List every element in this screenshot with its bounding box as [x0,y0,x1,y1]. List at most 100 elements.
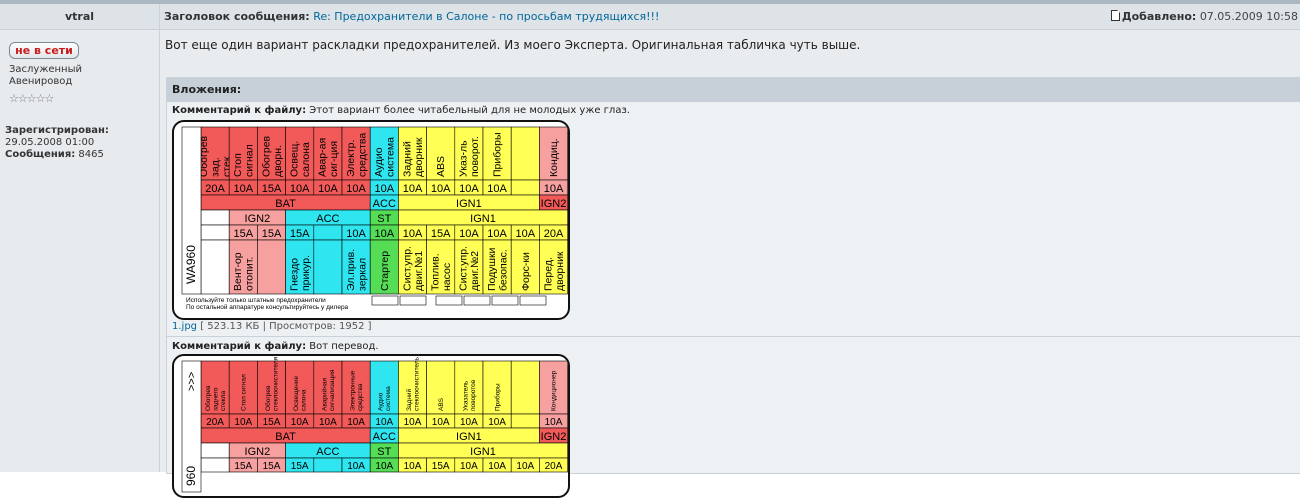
fuse-band-label: ST [377,446,391,458]
fuse-amp-top: 10A [347,417,365,428]
author-name[interactable]: vtral [0,4,159,30]
fuse-amp-bottom: 15A [291,461,309,472]
fuse-amp-cell [510,413,540,429]
fuse-band-label: IGN1 [456,198,482,210]
message-body: Вот еще один вариант раскладки предохран… [165,38,861,52]
fuse-amp-cell [200,457,230,473]
author-column: vtral не в сети Заслуженный Авенировод ☆… [0,4,160,472]
fuse-amp-bottom: 15A [234,228,254,240]
fuse-amp-top: 10A [488,417,506,428]
fuse-amp-top: 20A [205,183,225,195]
fuse-band-label: BAT [275,198,296,210]
fuse-label-top: Указ-льповорот. [458,136,482,177]
online-status-button[interactable]: не в сети [9,42,79,59]
file-comment-label: Комментарий к файлу: [172,341,307,352]
fuse-amp-bottom: 10A [488,461,506,472]
fuse-cell-top [510,126,540,181]
fuse-table-1: Обогревзад.стек.Стопсигнал Обогревдворн. О… [181,126,568,311]
registered-value: 29.05.2008 01:00 [5,137,95,148]
fuse-amp-bottom: 10A [487,228,507,240]
fuse-amp-top: 10A [432,417,450,428]
file-name-link[interactable]: 1.jpg [172,321,197,332]
fuse-label-bottom: Вент-оротопит. [232,252,256,291]
attachment-1-info: 1.jpg [ 523.13 КБ | Просмотров: 1952 ] [172,321,372,332]
fuse-table-image-2[interactable]: Обогревзаднегостекла Стоп сигнал Обогревст… [172,354,570,498]
fuse-amp-top: 10A [234,183,254,195]
fuse-label-top: Кондиционер [551,370,558,411]
fuse-amp-cell [510,179,540,196]
fuse-amp-top: 10A [431,183,451,195]
fuse-band-label: ACC [373,431,396,443]
fuse-label-bottom: Подушкибезопас. [486,247,510,291]
fuse-note-2: По остальной аппаратуре консультируйтесь… [186,303,349,311]
fuse-amp-cell [200,224,230,241]
fuse-table-image-1[interactable]: Обогревзад.стек. Стопсигнал Обогревдворн. О… [172,120,570,320]
fuse-amp-bottom: 15A [431,228,451,240]
fuse-amp-top: 20A [206,417,224,428]
fuse-band-label: ACC [373,198,396,210]
fuse-amp-top: 10A [346,183,366,195]
arrow-text: >>> [186,372,198,391]
fuse-band-label: IGN2 [245,213,271,225]
fuse-label-bottom: Гнездоприкур. [288,255,312,291]
rank-stars-icon: ☆☆☆☆☆ [9,92,54,105]
added-info: Добавлено: 07.05.2009 10:58 [1110,4,1298,29]
author-info: Зарегистрирован: 29.05.2008 01:00 Сообще… [5,125,109,161]
attachments-title: Вложения: [167,78,1300,102]
fuse-amp-cell [313,224,343,241]
fuse-cell-top [510,360,540,415]
fuse-label-top: Авар-аясиг-ция [317,138,341,177]
fuse-band-label: IGN1 [470,213,496,225]
registered-label: Зарегистрирован: [5,125,109,136]
fuse-amp-top: 15A [262,183,282,195]
post-icon[interactable] [1110,10,1120,21]
fuse-amp-top: 10A [319,417,337,428]
fuse-band-label: ACC [316,213,339,225]
fuse-label-top: Стоп сигнал [240,374,247,411]
fuse-band-empty [200,209,230,226]
fuse-amp-top: 10A [234,417,252,428]
fuse-label-bottom: Форс-ки [520,252,532,291]
fuse-label-top: ABS [435,156,447,177]
fuse-band-empty [200,442,230,459]
spare-slot [491,295,519,306]
fuse-amp-bottom: 10A [347,461,365,472]
fuse-amp-top: 10A [544,183,564,195]
attachments-box: Вложения: Комментарий к файлу: Этот вари… [166,77,1300,498]
fuse-amp-top: 10A [291,417,309,428]
fuse-band-label: IGN2 [245,446,271,458]
fuse-amp-bottom: 10A [375,461,393,472]
fuse-amp-bottom: 10A [404,461,422,472]
fuse-amp-top: 10A [318,183,338,195]
fuse-amp-top: 10A [459,183,479,195]
fuse-band-label: IGN1 [470,446,496,458]
fuse-label-bottom: Сист.упр.двиг.№2 [458,246,482,291]
spare-slot [519,295,547,306]
fuse-label-top: Кондиц. [548,138,560,177]
fuse-amp-top: 10A [487,183,507,195]
file-views: 1952 [339,321,365,332]
fuse-cell-bottom [200,239,230,295]
fuse-note-1: Используйте только штатные предохранител… [186,296,326,304]
fuse-amp-bottom: 10A [346,228,366,240]
fuse-amp-bottom: 15A [262,228,282,240]
rank-line-1: Заслуженный [9,64,82,75]
file-comment-text: Вот перевод. [309,341,379,352]
file-comment-label: Комментарий к файлу: [172,105,307,116]
fuse-amp-bottom: 10A [459,228,479,240]
fuse-amp-top: 10A [375,183,395,195]
added-label: Добавлено: [1121,10,1197,23]
fuse-amp-cell [313,457,343,473]
subject-label: Заголовок сообщения: [164,10,310,23]
subject-link[interactable]: Re: Предохранители в Салоне - по просьба… [313,10,659,23]
fuse-cell-bottom [257,239,286,295]
fuse-amp-bottom: 10A [516,461,534,472]
fuse-amp-top: 10A [545,417,563,428]
fuse-amp-top: 15A [263,417,281,428]
fuse-label-top: Приборы [493,383,501,411]
attachment-2: Комментарий к файлу: Вот перевод. [167,341,1300,352]
fuse-band-label: IGN2 [541,198,567,210]
fuse-label-top: Приборы [492,133,504,178]
fuse-amp-bottom: 10A [516,228,536,240]
spare-slot [435,295,463,306]
